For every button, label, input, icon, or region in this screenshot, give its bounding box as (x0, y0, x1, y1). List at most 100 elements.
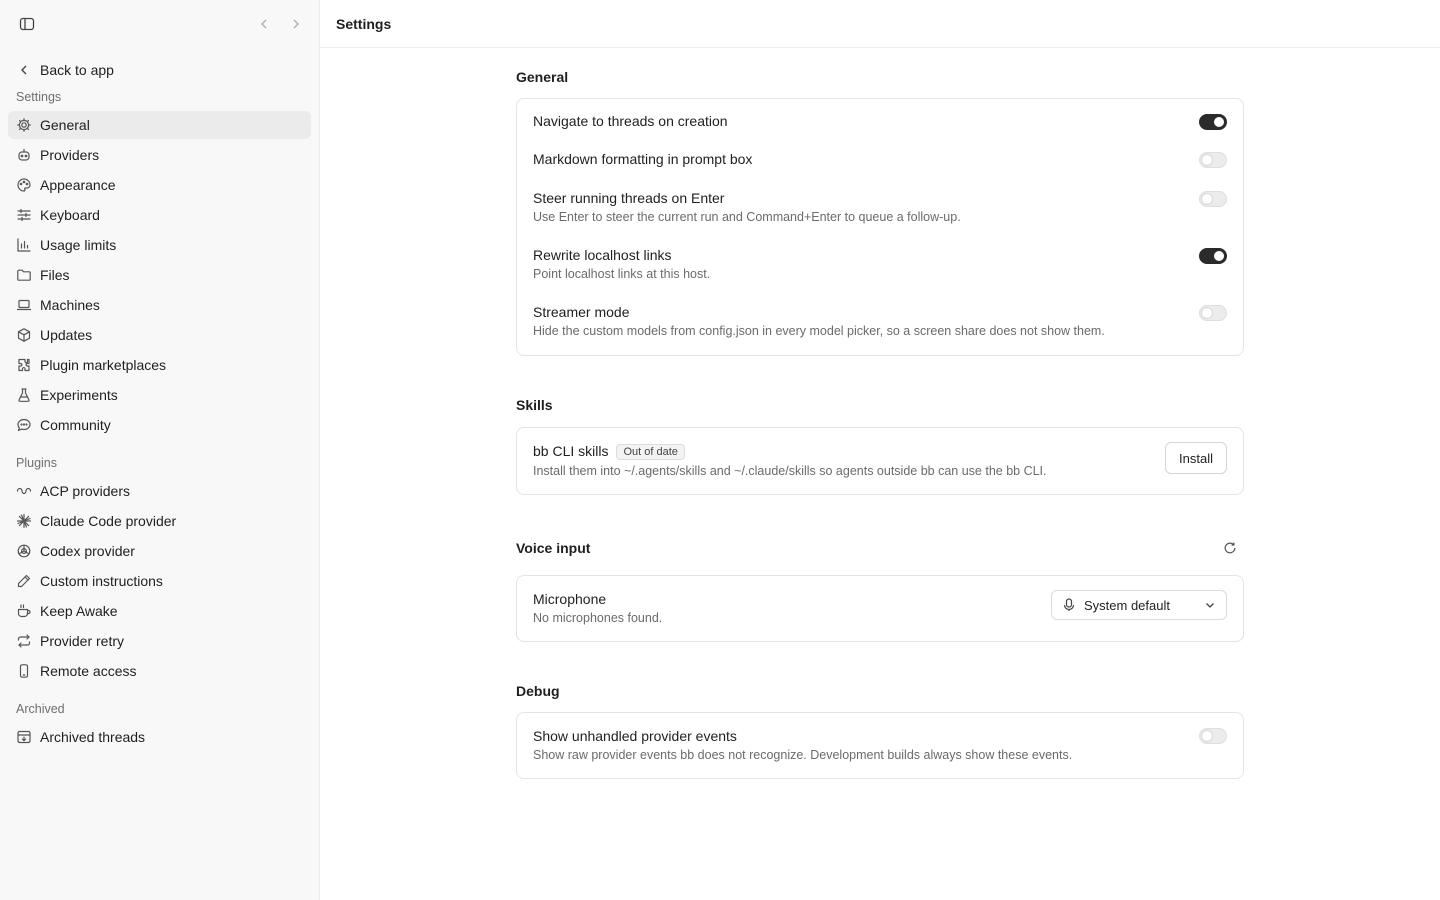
setting-row-markdown-formatting-in-prompt-box: Markdown formatting in prompt box (517, 151, 1243, 168)
sidebar-item-label: Claude Code provider (40, 513, 177, 529)
sidebar-item-custom-instructions[interactable]: Custom instructions (8, 567, 311, 595)
sidebar-item-machines[interactable]: Machines (8, 291, 311, 319)
sidebar-item-label: Usage limits (40, 237, 117, 253)
setting-label: Steer running threads on Enter (533, 190, 725, 206)
toggle-streamer-mode[interactable] (1199, 305, 1227, 321)
skills-label: bb CLI skills (533, 443, 609, 459)
sidebar-item-label: Custom instructions (40, 573, 163, 589)
sidebar-item-providers[interactable]: Providers (8, 141, 311, 169)
setting-label: Navigate to threads on creation (533, 113, 728, 129)
skills-section-title: Skills (516, 390, 1244, 420)
sidebar-item-label: Plugin marketplaces (40, 357, 167, 373)
back-to-app-link[interactable]: Back to app (0, 55, 319, 85)
refresh-icon[interactable] (1222, 540, 1238, 556)
unhandled-events-label: Show unhandled provider events (533, 728, 737, 744)
setting-description: Point localhost links at this host. (533, 267, 711, 281)
sidebar-item-label: Machines (40, 297, 100, 313)
sidebar-item-appearance[interactable]: Appearance (8, 171, 311, 199)
setting-row-rewrite-localhost-links: Rewrite localhost links Point localhost l… (517, 247, 1243, 281)
palette-icon (16, 177, 32, 193)
sidebar-item-community[interactable]: Community (8, 411, 311, 439)
setting-description: Hide the custom models from config.json … (533, 324, 1105, 338)
sidebar-item-label: Experiments (40, 387, 118, 403)
chat-icon (16, 417, 32, 433)
sidebar: Back to app Settings General Providers Appe… (0, 0, 320, 900)
page-title: Settings (336, 15, 392, 32)
sidebar-item-acp-providers[interactable]: ACP providers (8, 477, 311, 505)
general-title-text: General (516, 69, 569, 85)
debug-section-title: Debug (516, 676, 1244, 706)
sidebar-item-remote-access[interactable]: Remote access (8, 657, 311, 685)
debug-title-text: Debug (516, 683, 560, 699)
sidebar-item-keep-awake[interactable]: Keep Awake (8, 597, 311, 625)
skills-label-line: bb CLI skills Out of date (533, 443, 1227, 460)
sidebar-item-provider-retry[interactable]: Provider retry (8, 627, 311, 655)
microphone-row: Microphone No microphones found. System … (517, 576, 1243, 625)
general-section-title: General (516, 62, 1244, 92)
debug-card: Show unhandled provider events Show raw … (516, 712, 1244, 779)
forward-arrow-icon[interactable] (287, 15, 305, 33)
folder-icon (16, 267, 32, 283)
bar-chart-icon (16, 237, 32, 253)
toggle-markdown-formatting-in-prompt-box[interactable] (1199, 152, 1227, 168)
coffee-icon (16, 603, 32, 619)
puzzle-icon (16, 357, 32, 373)
chevron-left-icon (18, 64, 32, 76)
sliders-icon (16, 207, 32, 223)
setting-row-streamer-mode: Streamer mode Hide the custom models from… (517, 304, 1243, 338)
gear-icon (16, 117, 32, 133)
sidebar-item-label: Remote access (40, 663, 137, 679)
main-panel: Settings General Navigate to threads on … (320, 0, 1440, 900)
setting-description: Use Enter to steer the current run and C… (533, 210, 961, 224)
chevron-down-icon (1204, 599, 1216, 611)
sidebar-group-items: Archived threads (0, 723, 319, 751)
pencil-icon (16, 573, 32, 589)
toggle-navigate-to-threads-on-creation[interactable] (1199, 114, 1227, 130)
flask-icon (16, 387, 32, 403)
out-of-date-badge: Out of date (616, 444, 685, 460)
install-button[interactable]: Install (1165, 442, 1227, 474)
sidebar-group-archived: Archived (16, 702, 65, 716)
settings-content: General Navigate to threads on creation M… (516, 48, 1244, 779)
sidebar-item-label: Keyboard (40, 207, 100, 223)
toggle-steer-running-threads-on-enter[interactable] (1199, 191, 1227, 207)
sidebar-item-usage-limits[interactable]: Usage limits (8, 231, 311, 259)
sidebar-item-experiments[interactable]: Experiments (8, 381, 311, 409)
sidebar-item-keyboard[interactable]: Keyboard (8, 201, 311, 229)
sidebar-item-label: Archived threads (40, 729, 146, 745)
bot-icon (16, 147, 32, 163)
top-bar: Settings (320, 0, 1440, 48)
sidebar-item-updates[interactable]: Updates (8, 321, 311, 349)
unhandled-events-toggle[interactable] (1199, 728, 1227, 744)
setting-label: Markdown formatting in prompt box (533, 151, 753, 167)
package-icon (16, 327, 32, 343)
sidebar-toggle-icon[interactable] (18, 15, 36, 33)
sidebar-item-general[interactable]: General (8, 111, 311, 139)
sidebar-item-codex-provider[interactable]: Codex provider (8, 537, 311, 565)
setting-label: Streamer mode (533, 304, 630, 320)
sidebar-item-label: Appearance (40, 177, 116, 193)
sidebar-nav: Settings General Providers Appearance Keyboa… (0, 86, 319, 751)
repeat-icon (16, 633, 32, 649)
general-card: Navigate to threads on creation Markdown … (516, 98, 1244, 356)
archive-icon (16, 729, 32, 745)
sidebar-item-label: Files (40, 267, 70, 283)
microphone-select[interactable]: System default (1051, 590, 1227, 620)
skills-description: Install them into ~/.agents/skills and ~… (533, 464, 1047, 478)
sidebar-item-label: Providers (40, 147, 100, 163)
sidebar-item-files[interactable]: Files (8, 261, 311, 289)
sidebar-item-plugin-marketplaces[interactable]: Plugin marketplaces (8, 351, 311, 379)
sidebar-item-claude-code-provider[interactable]: Claude Code provider (8, 507, 311, 535)
unhandled-events-description: Show raw provider events bb does not rec… (533, 748, 1073, 762)
skills-card: bb CLI skills Out of date Install them in… (516, 427, 1244, 495)
setting-label: Rewrite localhost links (533, 247, 672, 263)
sidebar-item-label: ACP providers (40, 483, 131, 499)
back-arrow-icon[interactable] (255, 15, 273, 33)
sidebar-item-label: General (40, 117, 90, 133)
voice-title-text: Voice input (516, 540, 591, 556)
laptop-icon (16, 297, 32, 313)
sidebar-group-settings: Settings (16, 90, 62, 104)
sidebar-item-archived-threads[interactable]: Archived threads (8, 723, 311, 751)
toggle-rewrite-localhost-links[interactable] (1199, 248, 1227, 264)
sidebar-group-items: General Providers Appearance Keyboard Usage … (0, 111, 319, 439)
